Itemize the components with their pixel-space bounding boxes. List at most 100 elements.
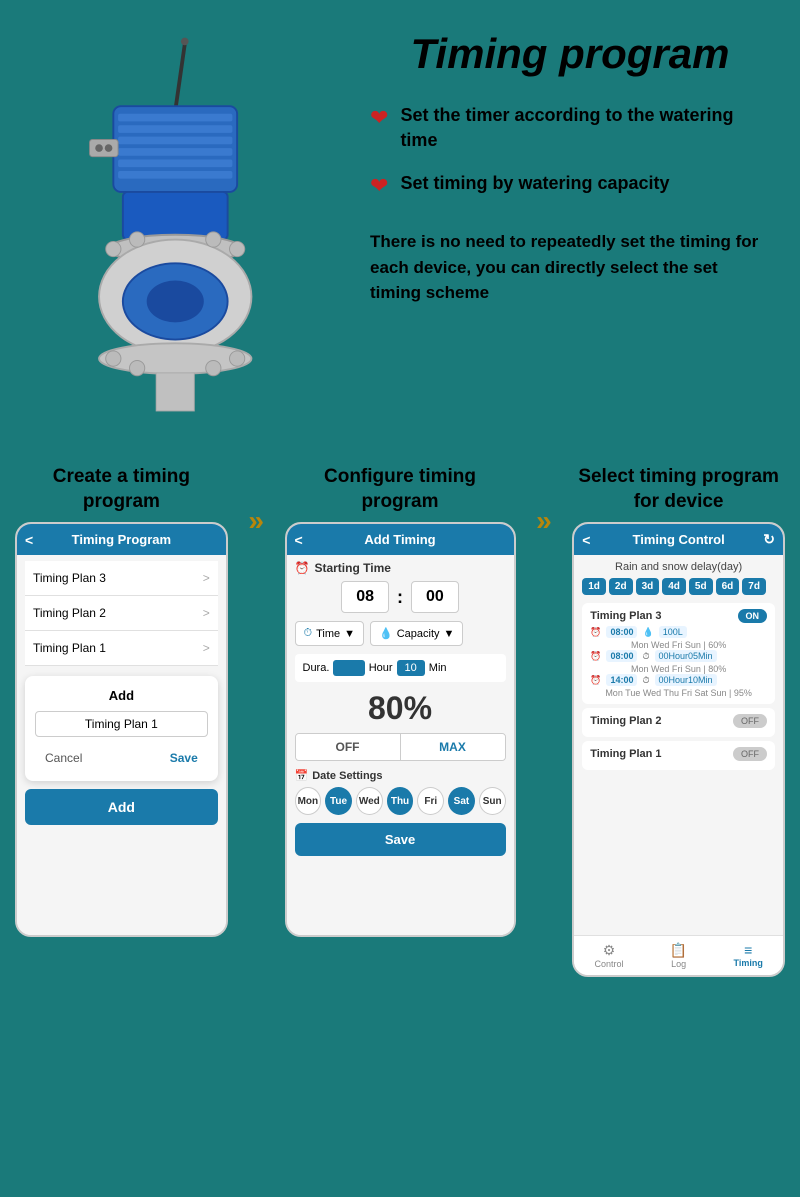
step-2-col: Configure timing program < Add Timing ⏰ … bbox=[285, 465, 516, 937]
delay-2d[interactable]: 2d bbox=[609, 578, 633, 595]
delay-5d[interactable]: 5d bbox=[689, 578, 713, 595]
plan-2-toggle[interactable]: OFF bbox=[733, 714, 767, 728]
add-dialog: Add Cancel Save bbox=[25, 676, 218, 781]
chevron-icon: > bbox=[203, 641, 210, 655]
feature-item-1: ❤ Set the timer according to the waterin… bbox=[370, 103, 770, 153]
delay-4d[interactable]: 4d bbox=[662, 578, 686, 595]
back-icon-3[interactable]: < bbox=[582, 532, 590, 548]
clock-small-icon-3: ⏰ bbox=[590, 675, 601, 686]
phone-2-header: < Add Timing bbox=[287, 524, 514, 555]
phone-1-mockup: < Timing Program Timing Plan 3 > Timing … bbox=[15, 522, 228, 937]
heart-icon-2: ❤ bbox=[370, 173, 388, 199]
save-timing-button[interactable]: Save bbox=[295, 823, 506, 856]
refresh-icon[interactable]: ↻ bbox=[763, 531, 775, 548]
phone-3-body: Rain and snow delay(day) 1d 2d 3d 4d 5d … bbox=[574, 555, 783, 935]
capacity-icon: 💧 bbox=[379, 627, 393, 640]
arrow-1: » bbox=[228, 505, 285, 537]
plan-3-timing-2: ⏰ 08:00 ⏱ 00Hour05Min bbox=[590, 650, 767, 662]
day-mon[interactable]: Mon bbox=[295, 787, 322, 815]
off-button[interactable]: OFF bbox=[296, 734, 401, 760]
top-section: Timing program ❤ Set the timer according… bbox=[0, 0, 800, 455]
plan-1-header: Timing Plan 1 OFF bbox=[590, 747, 767, 761]
time-colon: : bbox=[397, 587, 403, 608]
duration-row: Dura. Hour 10 Min bbox=[295, 654, 506, 682]
step-3-title: Select timing program for device bbox=[572, 465, 785, 514]
min-highlight: 10 bbox=[397, 660, 425, 676]
plan-3-toggle[interactable]: ON bbox=[738, 609, 768, 623]
list-item-plan3[interactable]: Timing Plan 3 > bbox=[25, 561, 218, 596]
plan-1-toggle[interactable]: OFF bbox=[733, 747, 767, 761]
add-bottom-button[interactable]: Add bbox=[25, 789, 218, 825]
percent-display: 80% bbox=[295, 690, 506, 727]
clock-icon: ⏰ bbox=[295, 561, 310, 575]
time-picker-row: 08 : 00 bbox=[295, 581, 506, 613]
step-3-col: Select timing program for device < Timin… bbox=[572, 465, 785, 977]
time-badge-3: 14:00 bbox=[606, 674, 637, 686]
nav-control[interactable]: ⚙ Control bbox=[574, 942, 644, 969]
steps-row: Create a timing program < Timing Program… bbox=[15, 465, 785, 977]
back-icon-2[interactable]: < bbox=[295, 532, 303, 548]
time-badge-2: 08:00 bbox=[606, 650, 637, 662]
feature-item-2: ❤ Set timing by watering capacity bbox=[370, 171, 770, 199]
control-icon: ⚙ bbox=[574, 942, 644, 959]
feature-text-1: Set the timer according to the watering … bbox=[400, 103, 770, 153]
delay-days-row: 1d 2d 3d 4d 5d 6d 7d bbox=[582, 578, 775, 595]
delay-7d[interactable]: 7d bbox=[742, 578, 766, 595]
day-sat[interactable]: Sat bbox=[448, 787, 475, 815]
plan-name-input[interactable] bbox=[35, 711, 208, 737]
cap-badge-2: 00Hour05Min bbox=[655, 650, 717, 662]
plan-3-row: Timing Plan 3 ON ⏰ 08:00 💧 100L Mon Wed … bbox=[582, 603, 775, 704]
clock-small-icon: ⏰ bbox=[590, 627, 601, 638]
valve-product-image bbox=[30, 30, 330, 430]
list-item-plan2[interactable]: Timing Plan 2 > bbox=[25, 596, 218, 631]
delay-3d[interactable]: 3d bbox=[636, 578, 660, 595]
phone-3-header: < Timing Control ↻ bbox=[574, 524, 783, 555]
dura-highlight bbox=[333, 660, 364, 676]
hour-picker[interactable]: 08 bbox=[341, 581, 389, 613]
plan-3-days-3: Mon Tue Wed Thu Fri Sat Sun | 95% bbox=[590, 688, 767, 698]
phone-2-body: ⏰ Starting Time 08 : 00 ⏱ Time ▼ bbox=[287, 555, 514, 935]
time-selector[interactable]: ⏱ Time ▼ bbox=[295, 621, 365, 646]
water-icon-1: 💧 bbox=[642, 627, 653, 638]
plan-2-header: Timing Plan 2 OFF bbox=[590, 714, 767, 728]
plan-2-row: Timing Plan 2 OFF bbox=[582, 708, 775, 737]
day-fri[interactable]: Fri bbox=[417, 787, 444, 815]
list-item-plan1[interactable]: Timing Plan 1 > bbox=[25, 631, 218, 666]
dropdown-icon: ▼ bbox=[344, 628, 355, 640]
max-button[interactable]: MAX bbox=[401, 734, 505, 760]
days-row: Mon Tue Wed Thu Fri Sat Sun bbox=[295, 787, 506, 815]
plan-3-days-1: Mon Wed Fri Sun | 60% bbox=[590, 640, 767, 650]
minute-picker[interactable]: 00 bbox=[411, 581, 459, 613]
delay-6d[interactable]: 6d bbox=[716, 578, 740, 595]
delay-label: Rain and snow delay(day) bbox=[582, 561, 775, 573]
save-button[interactable]: Save bbox=[160, 747, 208, 769]
plan-2-name: Timing Plan 2 bbox=[590, 715, 661, 727]
day-thu[interactable]: Thu bbox=[387, 787, 414, 815]
plan-3-timing-1: ⏰ 08:00 💧 100L bbox=[590, 626, 767, 638]
step-2-title: Configure timing program bbox=[285, 465, 516, 514]
day-tue[interactable]: Tue bbox=[325, 787, 352, 815]
nav-log[interactable]: 📋 Log bbox=[644, 942, 714, 969]
page-title: Timing program bbox=[370, 30, 770, 78]
water-icon-3: ⏱ bbox=[642, 675, 649, 686]
plan-3-header: Timing Plan 3 ON bbox=[590, 609, 767, 623]
back-icon-1[interactable]: < bbox=[25, 532, 33, 548]
product-image-container bbox=[30, 30, 350, 435]
feature-text-2: Set timing by watering capacity bbox=[400, 171, 669, 196]
cap-badge-3: 00Hour10Min bbox=[655, 674, 717, 686]
day-wed[interactable]: Wed bbox=[356, 787, 383, 815]
bottom-nav: ⚙ Control 📋 Log ≡ Timing bbox=[574, 935, 783, 975]
delay-1d[interactable]: 1d bbox=[582, 578, 606, 595]
plan-3-timing-3: ⏰ 14:00 ⏱ 00Hour10Min bbox=[590, 674, 767, 686]
phone-1-body: Timing Plan 3 > Timing Plan 2 > Timing P… bbox=[17, 555, 226, 935]
heart-icon-1: ❤ bbox=[370, 105, 388, 131]
arrow-2: » bbox=[516, 505, 573, 537]
selectors-row: ⏱ Time ▼ 💧 Capacity ▼ bbox=[295, 621, 506, 646]
date-settings-label: 📅 Date Settings bbox=[295, 769, 506, 782]
cancel-button[interactable]: Cancel bbox=[35, 747, 92, 769]
phone-3-mockup: < Timing Control ↻ Rain and snow delay(d… bbox=[572, 522, 785, 977]
day-sun[interactable]: Sun bbox=[479, 787, 506, 815]
capacity-selector[interactable]: 💧 Capacity ▼ bbox=[370, 621, 463, 646]
nav-timing[interactable]: ≡ Timing bbox=[713, 942, 783, 969]
plan-3-name: Timing Plan 3 bbox=[590, 610, 661, 622]
